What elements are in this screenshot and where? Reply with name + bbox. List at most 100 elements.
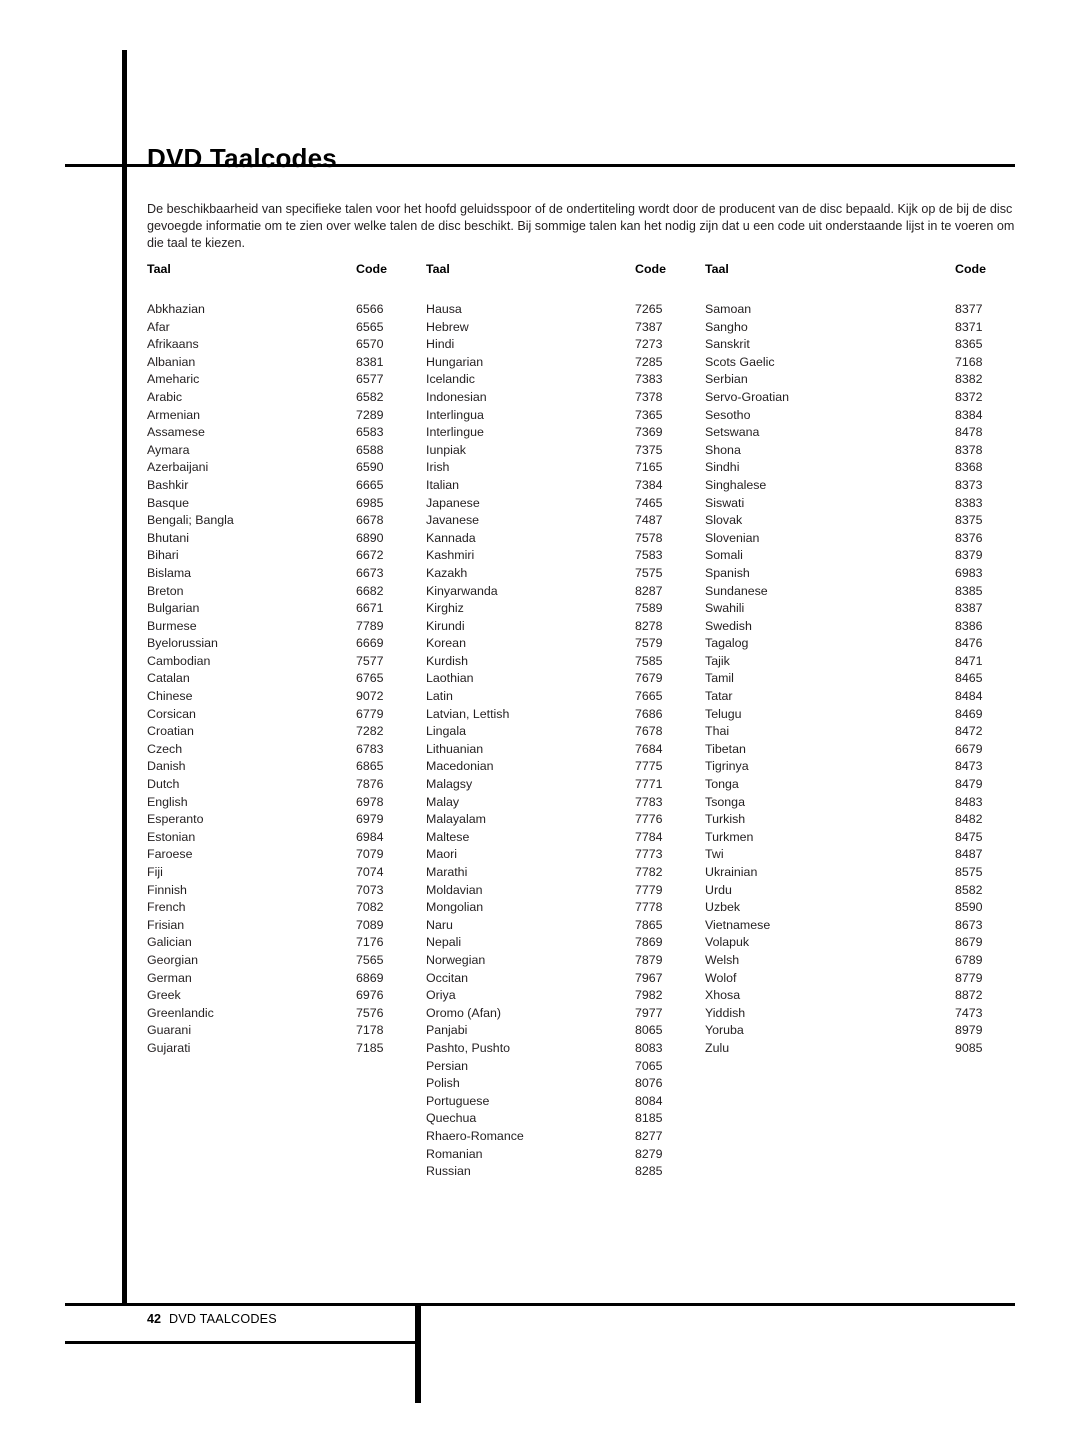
header-code-1: Code (356, 262, 387, 276)
language-code: 6765 (356, 671, 384, 686)
table-row: Latvian, Lettish 7686 (426, 706, 705, 724)
table-row: Persian 7065 (426, 1058, 705, 1076)
language-name: Aymara (147, 442, 190, 457)
table-row: Swedish 8386 (705, 618, 1015, 636)
language-code: 7665 (635, 689, 663, 704)
table-row: Gujarati 7185 (147, 1040, 426, 1058)
language-name: Uzbek (705, 900, 741, 915)
language-name: Serbian (705, 372, 748, 387)
language-code: 6779 (356, 706, 384, 721)
table-row: Japanese 7465 (426, 495, 705, 513)
table-row: Afrikaans 6570 (147, 336, 426, 354)
language-code: 8779 (955, 970, 983, 985)
language-code: 8479 (955, 777, 983, 792)
language-code: 8483 (955, 794, 983, 809)
language-name: Guarani (147, 1023, 192, 1038)
language-name: Kannada (426, 530, 476, 545)
language-code: 7575 (635, 565, 663, 580)
language-code: 7679 (635, 671, 663, 686)
language-code: 8381 (356, 354, 384, 369)
language-code: 6865 (356, 759, 384, 774)
language-code: 6983 (955, 565, 983, 580)
page-footer: 42 DVD TAALCODES (147, 1312, 277, 1326)
language-name: Pashto, Pushto (426, 1040, 511, 1055)
table-row: Rhaero-Romance 8277 (426, 1128, 705, 1146)
language-name: Catalan (147, 671, 190, 686)
table-row: Tamil 8465 (705, 670, 1015, 688)
language-code: 7578 (635, 530, 663, 545)
table-row: Kirundi 8278 (426, 618, 705, 636)
table-row: German 6869 (147, 970, 426, 988)
table-row: Ukrainian 8575 (705, 864, 1015, 882)
language-name: Tagalog (705, 636, 749, 651)
language-name: Croatian (147, 724, 194, 739)
language-name: Turkmen (705, 829, 754, 844)
table-row: Quechua 8185 (426, 1110, 705, 1128)
table-row: Portuguese 8084 (426, 1093, 705, 1111)
language-code: 8379 (955, 548, 983, 563)
table-row: Oriya 7982 (426, 987, 705, 1005)
table-row: Spanish 6983 (705, 565, 1015, 583)
language-code: 8575 (955, 865, 983, 879)
language-code: 7776 (635, 812, 663, 827)
language-code: 7585 (635, 653, 663, 668)
table-row: Icelandic 7383 (426, 371, 705, 389)
language-name: Chinese (147, 689, 193, 704)
language-name: Kurdish (426, 653, 469, 668)
table-row: Tsonga 8483 (705, 794, 1015, 812)
table-row: Bihari 6672 (147, 547, 426, 565)
table-row: Czech 6783 (147, 741, 426, 759)
language-name: Georgian (147, 952, 198, 967)
language-code: 6671 (356, 601, 384, 616)
language-name: Galician (147, 935, 192, 950)
table-row: Croatian 7282 (147, 723, 426, 741)
language-code: 7289 (356, 407, 384, 422)
language-code: 8472 (955, 724, 983, 739)
language-code: 6669 (356, 636, 384, 651)
table-row: Frisian 7089 (147, 917, 426, 935)
language-name: Siswati (705, 495, 745, 510)
language-name: French (147, 900, 186, 915)
language-code: 7771 (635, 777, 663, 792)
table-row: Polish 8076 (426, 1075, 705, 1093)
table-row: Macedonian 7775 (426, 758, 705, 776)
table-row: Byelorussian 6669 (147, 635, 426, 653)
language-name: English (147, 794, 188, 809)
language-name: Singhalese (705, 477, 767, 492)
language-code: 7384 (635, 477, 663, 492)
table-row: Thai 8472 (705, 723, 1015, 741)
table-row: Sundanese 8385 (705, 583, 1015, 601)
language-code: 8471 (955, 653, 983, 668)
language-name: Tigrinya (705, 759, 749, 774)
language-name: Sanskrit (705, 337, 750, 352)
language-name: Ameharic (147, 372, 200, 387)
language-code: 8478 (955, 425, 983, 440)
language-code: 7378 (635, 389, 663, 404)
language-name: Xhosa (705, 988, 741, 1003)
language-name: Oromo (Afan) (426, 1005, 502, 1020)
table-row: Guarani 7178 (147, 1022, 426, 1040)
language-code: 6679 (955, 741, 983, 756)
table-row: Hindi 7273 (426, 336, 705, 354)
language-code: 8386 (955, 618, 983, 633)
table-row: Bislama 6673 (147, 565, 426, 583)
language-name: Breton (147, 583, 184, 598)
language-name: Slovenian (705, 530, 760, 545)
language-name: Malayalam (426, 812, 486, 827)
language-name: Wolof (705, 970, 737, 985)
table-body-2: Hausa 7265 Hebrew 7387 Hindi 7273 Hungarian 728… (426, 301, 705, 1181)
language-code: 8484 (955, 689, 983, 704)
intro-paragraph: De beschikbaarheid van specifieke talen … (147, 201, 1015, 251)
language-code: 6682 (356, 583, 384, 598)
footer-top-rule (65, 1303, 1015, 1306)
language-name: Latin (426, 689, 453, 704)
language-name: Hungarian (426, 354, 484, 369)
language-code: 7977 (635, 1005, 663, 1020)
language-name: Arabic (147, 389, 183, 404)
language-name: Bislama (147, 565, 192, 580)
table-row: Afar 6565 (147, 319, 426, 337)
language-code: 8373 (955, 477, 983, 492)
language-code: 7073 (356, 882, 384, 897)
language-code: 8185 (635, 1111, 663, 1126)
language-code: 7089 (356, 917, 384, 932)
